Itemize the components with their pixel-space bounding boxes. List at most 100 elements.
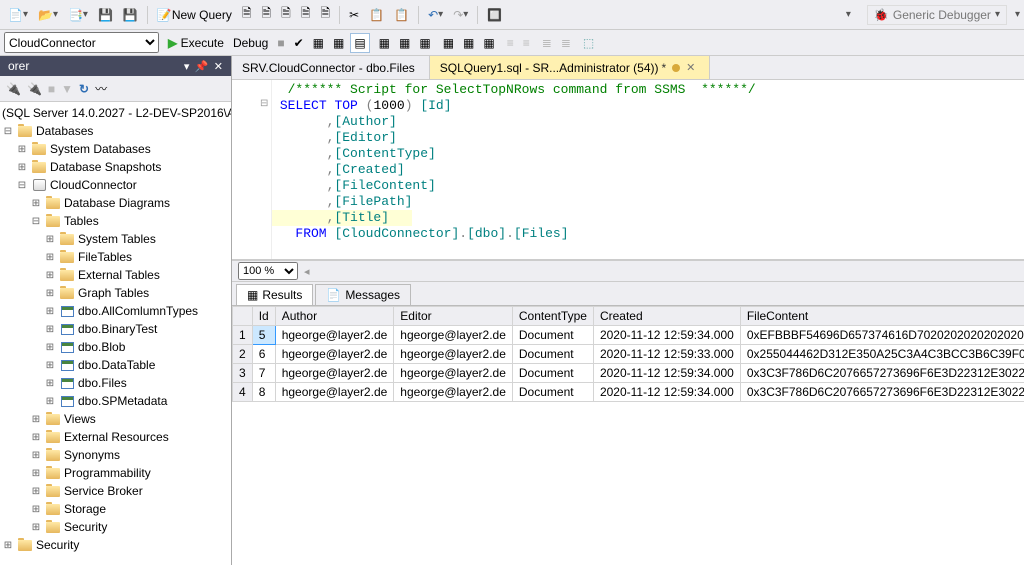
table-spmetadata[interactable]: ⊞dbo.SPMetadata xyxy=(0,392,231,410)
col-created[interactable]: Created xyxy=(593,307,740,326)
new-query-button[interactable]: 📝 New Query xyxy=(153,6,236,24)
open-dropdown[interactable]: 📂▾ xyxy=(34,6,62,24)
live-stats-button[interactable]: ▤ xyxy=(350,33,369,53)
cell-filecontent[interactable]: 0x3C3F786D6C2076657273696F6E3D22312E3022… xyxy=(740,383,1024,402)
panel-pin-icon[interactable]: 📌 xyxy=(195,61,209,73)
copy-button[interactable]: 📋 xyxy=(365,6,388,24)
tb-btn-3[interactable]: ▦ xyxy=(416,34,433,52)
cell-editor[interactable]: hgeorge@layer2.de xyxy=(394,326,513,345)
table-datatable[interactable]: ⊞dbo.DataTable xyxy=(0,356,231,374)
zoom-select[interactable]: 100 % xyxy=(238,262,298,280)
solution-dropdown[interactable]: ▾ xyxy=(846,9,851,20)
include-plan-button[interactable]: ▦ xyxy=(330,34,347,52)
display-plan-button[interactable]: ▦ xyxy=(310,34,327,52)
cell-author[interactable]: hgeorge@layer2.de xyxy=(275,364,394,383)
cell-editor[interactable]: hgeorge@layer2.de xyxy=(394,364,513,383)
table-blob[interactable]: ⊞dbo.Blob xyxy=(0,338,231,356)
execute-button[interactable]: ▶ Execute xyxy=(165,34,227,52)
cell-id[interactable]: 8 xyxy=(252,383,275,402)
uncomment-button[interactable]: ≣ xyxy=(558,34,574,52)
diagrams-node[interactable]: ⊞Database Diagrams xyxy=(0,194,231,212)
stop-icon[interactable]: ■ xyxy=(48,82,55,96)
extres-node[interactable]: ⊞External Resources xyxy=(0,428,231,446)
cell-id[interactable]: 5 xyxy=(252,326,275,345)
tables-node[interactable]: ⊟Tables xyxy=(0,212,231,230)
cell-editor[interactable]: hgeorge@layer2.de xyxy=(394,345,513,364)
cell-filecontent[interactable]: 0xEFBBBF54696D657374616D7020202020202020… xyxy=(740,326,1024,345)
table-row[interactable]: 48hgeorge@layer2.dehgeorge@layer2.deDocu… xyxy=(233,383,1024,402)
snapshots-node[interactable]: ⊞Database Snapshots xyxy=(0,158,231,176)
tb-more[interactable]: ▾ xyxy=(1015,9,1020,20)
col-contenttype[interactable]: ContentType xyxy=(512,307,593,326)
sql-editor[interactable]: ⊟ /****** Script for SelectTopNRows comm… xyxy=(232,80,1024,260)
parse-button[interactable]: ✔ xyxy=(291,34,307,52)
exttables-node[interactable]: ⊞External Tables xyxy=(0,266,231,284)
tb-btn-1[interactable]: ▦ xyxy=(376,34,393,52)
tab-dbo-files[interactable]: SRV.CloudConnector - dbo.Files xyxy=(232,56,430,79)
specify-values-button[interactable]: ⬚ xyxy=(580,34,597,52)
tb-btn-5[interactable]: ▦ xyxy=(460,34,477,52)
redo-button[interactable]: ↷▾ xyxy=(449,6,472,24)
db-icon-3[interactable]: 🗎 xyxy=(277,2,295,27)
table-binarytest[interactable]: ⊞dbo.BinaryTest xyxy=(0,320,231,338)
save-button[interactable]: 💾 xyxy=(94,6,117,24)
results-grid[interactable]: Id Author Editor ContentType Created Fil… xyxy=(232,306,1024,565)
cut-button[interactable]: ✂ xyxy=(345,6,363,24)
new-item-dropdown[interactable]: 📄▾ xyxy=(4,6,32,24)
database-select[interactable]: CloudConnector xyxy=(4,32,159,53)
db-icon-4[interactable]: 🗎 xyxy=(297,2,315,27)
activity-icon[interactable]: 〰 xyxy=(95,80,107,97)
cell-created[interactable]: 2020-11-12 12:59:34.000 xyxy=(593,364,740,383)
cell-author[interactable]: hgeorge@layer2.de xyxy=(275,326,394,345)
tab-sqlquery1[interactable]: SQLQuery1.sql - SR...Administrator (54))… xyxy=(430,56,711,79)
cell-contenttype[interactable]: Document xyxy=(512,326,593,345)
paste-button[interactable]: 📋 xyxy=(390,6,413,24)
table-row[interactable]: 26hgeorge@layer2.dehgeorge@layer2.deDocu… xyxy=(233,345,1024,364)
servicebroker-node[interactable]: ⊞Service Broker xyxy=(0,482,231,500)
cell-contenttype[interactable]: Document xyxy=(512,364,593,383)
cell-created[interactable]: 2020-11-12 12:59:33.000 xyxy=(593,345,740,364)
tb-btn-6[interactable]: ▦ xyxy=(480,34,497,52)
close-icon[interactable]: ✕ xyxy=(686,61,695,74)
db-icon-1[interactable]: 🗎 xyxy=(238,2,256,27)
cell-id[interactable]: 6 xyxy=(252,345,275,364)
sysdb-node[interactable]: ⊞System Databases xyxy=(0,140,231,158)
table-row[interactable]: 37hgeorge@layer2.dehgeorge@layer2.deDocu… xyxy=(233,364,1024,383)
databases-node[interactable]: ⊟Databases xyxy=(0,122,231,140)
panel-close-icon[interactable]: ✕ xyxy=(214,61,223,73)
cell-filecontent[interactable]: 0x3C3F786D6C2076657273696F6E3D22312E3022… xyxy=(740,364,1024,383)
cell-created[interactable]: 2020-11-12 12:59:34.000 xyxy=(593,326,740,345)
col-filecontent[interactable]: FileContent xyxy=(740,307,1024,326)
add-dropdown[interactable]: 📑▾ xyxy=(64,6,92,24)
filetables-node[interactable]: ⊞FileTables xyxy=(0,248,231,266)
stop-button[interactable]: ■ xyxy=(274,34,287,52)
views-node[interactable]: ⊞Views xyxy=(0,410,231,428)
programmability-node[interactable]: ⊞Programmability xyxy=(0,464,231,482)
db-icon-2[interactable]: 🗎 xyxy=(258,2,276,27)
cell-author[interactable]: hgeorge@layer2.de xyxy=(275,345,394,364)
cell-editor[interactable]: hgeorge@layer2.de xyxy=(394,383,513,402)
disconnect-icon[interactable]: 🔌 xyxy=(27,82,42,96)
messages-tab[interactable]: 📄Messages xyxy=(315,284,411,305)
storage-node[interactable]: ⊞Storage xyxy=(0,500,231,518)
cell-created[interactable]: 2020-11-12 12:59:34.000 xyxy=(593,383,740,402)
table-files[interactable]: ⊞dbo.Files xyxy=(0,374,231,392)
pin-icon[interactable] xyxy=(672,64,680,72)
db-icon-5[interactable]: 🗎 xyxy=(316,2,334,27)
undo-button[interactable]: ↶▾ xyxy=(424,6,447,24)
results-tab[interactable]: ▦Results xyxy=(236,284,313,305)
cloudconnector-node[interactable]: ⊟CloudConnector xyxy=(0,176,231,194)
security-root[interactable]: ⊞Security xyxy=(0,536,231,554)
filter-icon[interactable]: ▼ xyxy=(61,82,73,96)
cell-author[interactable]: hgeorge@layer2.de xyxy=(275,383,394,402)
refresh-icon[interactable]: ↻ xyxy=(79,82,89,96)
tb-btn-2[interactable]: ▦ xyxy=(396,34,413,52)
save-all-button[interactable]: 💾 xyxy=(119,6,142,24)
connect-icon[interactable]: 🔌 xyxy=(6,82,21,96)
graphtables-node[interactable]: ⊞Graph Tables xyxy=(0,284,231,302)
collapse-icon[interactable]: ⊟ xyxy=(260,98,268,110)
indent-button[interactable]: ≡ xyxy=(504,34,517,52)
panel-dropdown-icon[interactable]: ▾ xyxy=(184,61,190,73)
cell-contenttype[interactable]: Document xyxy=(512,345,593,364)
find-button[interactable]: 🔲 xyxy=(483,6,506,24)
